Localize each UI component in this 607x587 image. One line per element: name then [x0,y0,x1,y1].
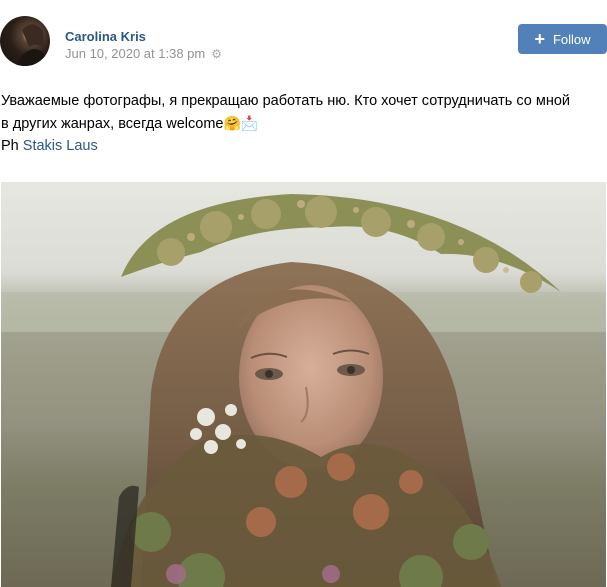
post-text-line-2-text: в других жанрах, всегда welcome [1,116,224,132]
post-text-line-2: в других жанрах, всегда welcome🤗📩 [1,112,605,135]
photographer-link[interactable]: Stakis Laus [23,138,98,154]
avatar[interactable] [0,16,50,66]
post-text-line-1: Уважаемые фотографы, я прекращаю работат… [1,93,571,109]
photo-credit: Ph Stakis Laus [1,135,605,157]
hugging-face-icon: 🤗 [223,115,241,131]
post-timestamp[interactable]: Jun 10, 2020 at 1:38 pm [65,46,205,61]
post-meta: Jun 10, 2020 at 1:38 pm ⚙ [65,46,223,61]
avatar-image [16,24,50,66]
gear-icon[interactable]: ⚙ [211,48,223,60]
post-text: Уважаемые фотографы, я прекращаю работат… [1,90,605,157]
envelope-icon: 📩 [240,115,259,131]
credit-prefix: Ph [1,138,19,154]
post-header: Carolina Kris Jun 10, 2020 at 1:38 pm ⚙ … [0,0,607,80]
post-photo[interactable] [1,182,606,587]
post-photo-image [1,194,606,587]
plus-icon: + [534,29,545,49]
follow-button[interactable]: + Follow [518,24,607,54]
follow-label: Follow [552,31,591,47]
author-name[interactable]: Carolina Kris [65,29,146,44]
